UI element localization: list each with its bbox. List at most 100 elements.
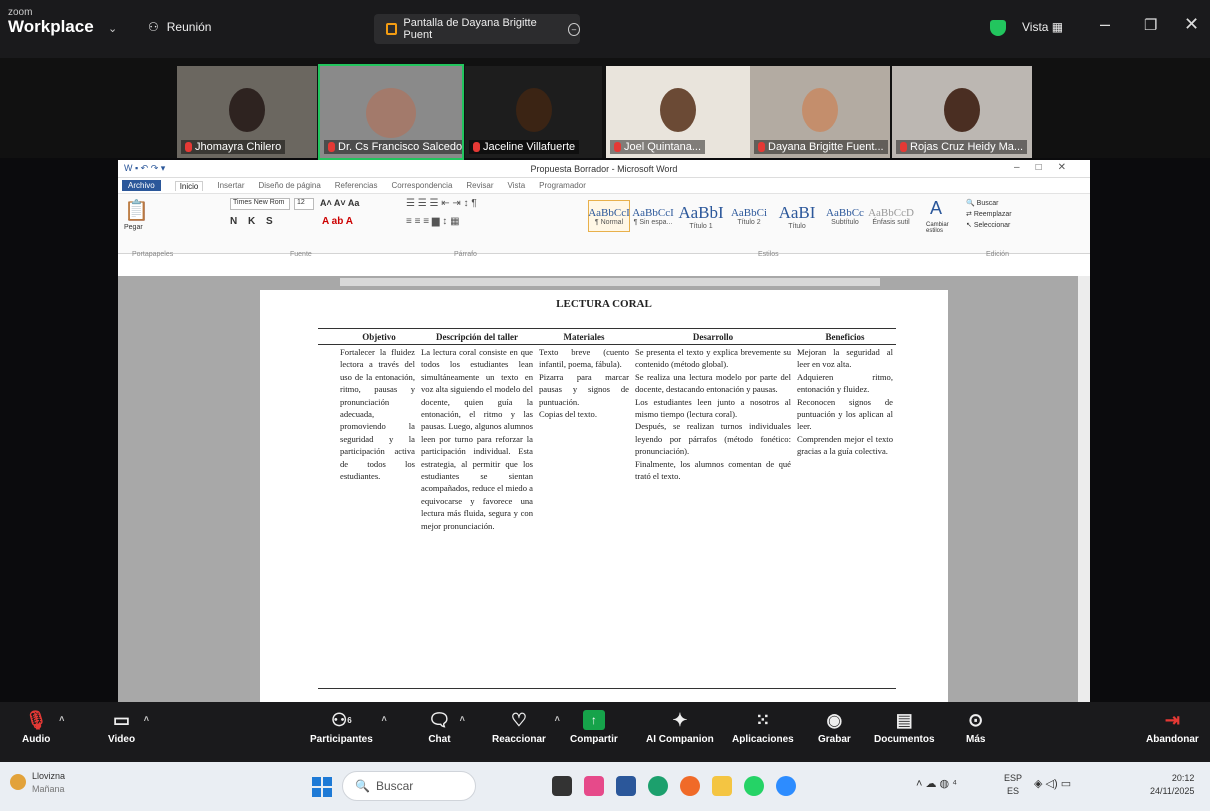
tab-archivo[interactable]: Archivo xyxy=(122,180,161,191)
ai-companion-button[interactable]: ✦ AI Companion xyxy=(646,706,714,746)
audio-button[interactable]: 🎙 Audio ˄ xyxy=(22,706,64,746)
column-header: Desarrollo xyxy=(692,331,734,342)
font-name-select[interactable]: Times New Rom xyxy=(230,198,290,210)
style-sin-espaciado[interactable]: AaBbCcI ¶ Sin espa... xyxy=(632,200,674,232)
tab-insertar[interactable]: Insertar xyxy=(217,181,244,190)
more-button[interactable]: ⊙ Más xyxy=(966,706,985,746)
word-window-controls[interactable]: –□✕ xyxy=(1014,162,1082,173)
participants-button[interactable]: ⚇ 6 Participantes ˄ xyxy=(310,706,387,746)
tab-correspondencia[interactable]: Correspondencia xyxy=(391,181,452,190)
style-titulo-1[interactable]: AaBbI Título 1 xyxy=(676,200,726,232)
react-button[interactable]: ♡ Reaccionar ˄ xyxy=(492,706,560,746)
change-styles-label[interactable]: Cambiar estilos xyxy=(926,222,954,234)
tab-referencias[interactable]: Referencias xyxy=(335,181,378,190)
paste-icon[interactable]: 📋 xyxy=(124,198,178,223)
weather-subtitle: Mañana xyxy=(32,784,65,794)
style-titulo-2[interactable]: AaBbCi Título 2 xyxy=(728,200,770,232)
style-normal[interactable]: AaBbCcI ¶ Normal xyxy=(588,200,630,232)
close-icon[interactable]: ✕ xyxy=(1184,14,1199,35)
style-subtitulo[interactable]: AaBbCc Subtítulo xyxy=(824,200,866,232)
chevron-up-icon[interactable]: ˄ xyxy=(555,714,560,724)
participant-name: Dayana Brigitte Fuent... xyxy=(754,140,888,154)
tab-programador[interactable]: Programador xyxy=(539,181,586,190)
font-color-icon[interactable]: A ab A xyxy=(322,216,353,227)
style-titulo[interactable]: AaBI Título xyxy=(772,200,822,232)
people-icon: ⚇ xyxy=(148,20,159,34)
shield-icon[interactable] xyxy=(990,20,1006,36)
find-button[interactable]: 🔍 Buscar xyxy=(966,198,1012,209)
participant-tile[interactable]: Jaceline Villafuerte xyxy=(465,66,602,158)
align-icons[interactable]: ≡ ≡ ≡ ▆ ↕ ▦ xyxy=(406,216,460,227)
share-screen-icon xyxy=(386,23,398,35)
record-button[interactable]: ◉ Grabar xyxy=(818,706,851,746)
share-button[interactable]: ↑ Compartir xyxy=(570,706,618,745)
weather-widget[interactable]: Llovizna Mañana xyxy=(10,770,65,796)
chevron-up-icon[interactable]: ˄ xyxy=(460,714,465,724)
word-taskbar-icon[interactable] xyxy=(616,776,636,796)
bold-italic-underline[interactable]: N K S xyxy=(230,216,277,227)
style-enfasis-sutil[interactable]: AaBbCcD Énfasis sutil xyxy=(868,200,914,232)
font-grow-icon[interactable]: A˄ A˅ Aa xyxy=(320,198,359,208)
whatsapp-icon[interactable] xyxy=(744,776,764,796)
table-cell: Texto breve (cuento infantil, poema, fáb… xyxy=(539,347,629,420)
horizontal-ruler xyxy=(340,278,880,286)
windows-start-icon[interactable] xyxy=(312,777,332,797)
react-label: Reaccionar xyxy=(492,734,546,745)
chevron-down-icon[interactable]: ⌄ xyxy=(108,22,117,35)
font-size-select[interactable]: 12 xyxy=(294,198,314,210)
document-page[interactable]: LECTURA CORAL Objetivo Descripción del t… xyxy=(260,290,948,702)
participant-tile[interactable]: Dayana Brigitte Fuent... xyxy=(750,66,890,158)
zoom-taskbar-icon[interactable] xyxy=(776,776,796,796)
column-header: Descripción del taller xyxy=(436,331,518,342)
chevron-up-icon[interactable]: ˄ xyxy=(382,714,387,724)
task-view-icon[interactable] xyxy=(552,776,572,796)
quick-access-toolbar[interactable]: W ▪ ↶ ↷ ▾ xyxy=(124,163,165,174)
chat-button[interactable]: 🗨 Chat ˄ xyxy=(428,706,465,746)
taskbar-search[interactable]: 🔍 Buscar xyxy=(342,771,476,801)
weather-title: Llovizna xyxy=(32,771,66,781)
vertical-scrollbar[interactable] xyxy=(1078,276,1090,702)
record-label: Grabar xyxy=(818,734,851,745)
browser-icon[interactable] xyxy=(584,776,604,796)
participant-tile[interactable]: Jhomayra Chilero xyxy=(177,66,317,158)
participant-tile-active-speaker[interactable]: Dr. Cs Francisco Salcedo... xyxy=(318,64,464,160)
meeting-info-button[interactable]: ⚇ Reunión xyxy=(148,20,211,34)
participant-name: Jhomayra Chilero xyxy=(181,140,286,154)
replace-button[interactable]: ⇄ Reemplazar xyxy=(966,209,1012,220)
column-header: Materiales xyxy=(563,331,605,342)
tab-vista[interactable]: Vista xyxy=(508,181,526,190)
shared-word-window: W ▪ ↶ ↷ ▾ Propuesta Borrador - Microsoft… xyxy=(118,160,1090,702)
tab-diseno-pagina[interactable]: Diseño de página xyxy=(259,181,321,190)
screen-share-tab[interactable]: Pantalla de Dayana Brigitte Puent – xyxy=(374,14,580,44)
mic-muted-icon xyxy=(900,142,907,152)
clock[interactable]: 20:12 24/11/2025 xyxy=(1150,772,1194,798)
ai-label: AI Companion xyxy=(646,734,714,745)
apps-button[interactable]: ⁙ Aplicaciones xyxy=(732,706,794,746)
view-button[interactable]: Vista ▦ xyxy=(1022,20,1063,34)
participant-video xyxy=(515,88,552,132)
chevron-up-icon[interactable]: ˄ xyxy=(144,714,149,724)
tab-revisar[interactable]: Revisar xyxy=(466,181,493,190)
participants-icon: ⚇ 6 xyxy=(331,709,352,730)
language-indicator[interactable]: ESP ES xyxy=(1004,772,1022,798)
select-button[interactable]: ↖ Seleccionar xyxy=(966,220,1012,231)
tray-icons[interactable]: ˄ ☁ ◍ ⁴ xyxy=(916,778,957,791)
change-styles-icon[interactable]: A xyxy=(930,198,942,219)
edit-group: 🔍 Buscar ⇄ Reemplazar ↖ Seleccionar xyxy=(966,198,1012,231)
file-explorer-icon[interactable] xyxy=(712,776,732,796)
leave-button[interactable]: ⇥ Abandonar xyxy=(1146,706,1199,746)
restore-icon[interactable]: ❐ xyxy=(1144,16,1157,34)
participant-tile[interactable]: Joel Quintana... xyxy=(606,66,750,158)
close-share-icon[interactable]: – xyxy=(567,22,580,36)
minimize-icon[interactable]: – xyxy=(1100,14,1110,35)
network-volume-icons[interactable]: ◈ ◁) ▭ xyxy=(1034,778,1071,791)
leave-icon: ⇥ xyxy=(1164,709,1180,730)
edge-icon[interactable] xyxy=(648,776,668,796)
chrome-icon[interactable] xyxy=(680,776,700,796)
participant-tile[interactable]: Rojas Cruz Heidy Ma... xyxy=(892,66,1032,158)
video-button[interactable]: ▭ Video ˄ xyxy=(108,706,149,746)
documents-button[interactable]: ▤ Documentos xyxy=(874,706,935,746)
chevron-up-icon[interactable]: ˄ xyxy=(59,714,64,724)
tab-inicio[interactable]: Inicio xyxy=(174,180,204,191)
list-icons[interactable]: ☰ ☰ ☰ ⇤ ⇥ ↕ ¶ xyxy=(406,198,477,209)
